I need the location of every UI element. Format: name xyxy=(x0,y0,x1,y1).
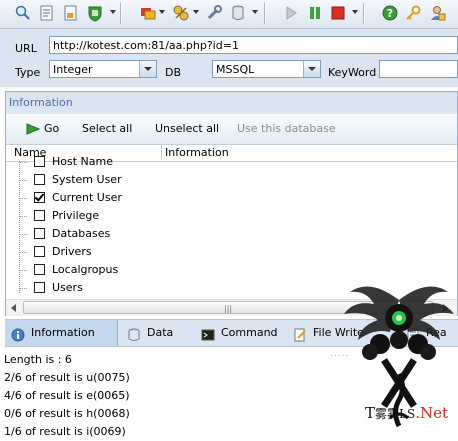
select-all-button[interactable]: Select all xyxy=(82,122,132,135)
main-toolbar: ? xyxy=(0,0,458,29)
chevron-down-icon[interactable] xyxy=(193,10,199,14)
log-line: 0/6 of result is h(0068) xyxy=(4,407,130,420)
panel-title: Information xyxy=(6,92,457,114)
database-icon[interactable] xyxy=(229,4,247,22)
tree-item[interactable]: Current User xyxy=(19,189,328,207)
tree-connector xyxy=(19,234,27,235)
tree-connector xyxy=(19,288,27,289)
tree-connector xyxy=(19,180,27,181)
tree-item[interactable]: Host Name xyxy=(19,153,328,171)
brand-mid: 雾雾LS xyxy=(375,407,416,421)
search-icon[interactable] xyxy=(14,4,32,22)
key-icon[interactable] xyxy=(404,4,422,22)
tree-connector xyxy=(19,270,27,271)
chevron-down-icon[interactable] xyxy=(303,61,320,77)
database-icon xyxy=(127,326,141,341)
tree-item[interactable]: Users xyxy=(19,279,328,297)
export-icon[interactable] xyxy=(62,4,80,22)
grip-icon: ||| xyxy=(224,304,233,313)
go-button[interactable]: Go xyxy=(44,122,59,135)
stop-icon[interactable] xyxy=(329,4,347,22)
log-line: 2/6 of result is u(0075) xyxy=(4,371,130,384)
keyword-label: KeyWord xyxy=(328,66,377,79)
tab-label: Data xyxy=(147,326,174,339)
tree-connector xyxy=(19,162,27,163)
tree-item-label: Users xyxy=(52,281,83,294)
log-line: 1/6 of result is i(0069) xyxy=(4,425,126,438)
tree-connector xyxy=(19,216,27,217)
use-database-button[interactable]: Use this database xyxy=(237,122,336,135)
tab-label: Information xyxy=(31,326,95,339)
toolbar-separator xyxy=(264,3,266,24)
tree-item-label: Localgropus xyxy=(52,263,119,276)
item-checkbox[interactable] xyxy=(34,246,45,257)
tree-item-label: Host Name xyxy=(52,155,113,168)
item-checkbox[interactable] xyxy=(34,228,45,239)
tree-item-label: System User xyxy=(52,173,122,186)
chevron-down-icon[interactable] xyxy=(352,10,358,14)
page-icon[interactable] xyxy=(38,4,56,22)
url-input[interactable]: http://kotest.com:81/aa.php?id=1 xyxy=(49,36,458,54)
tree-connector xyxy=(19,252,27,253)
chevron-down-icon[interactable] xyxy=(139,61,156,77)
user-icon[interactable] xyxy=(428,4,446,22)
help-icon[interactable]: ? xyxy=(381,4,399,22)
tree-item-label: Privilege xyxy=(52,209,100,222)
log-line: 4/6 of result is e(0065) xyxy=(4,389,130,402)
tree-item[interactable]: Databases xyxy=(19,225,328,243)
tree-item[interactable]: System User xyxy=(19,171,328,189)
tree-item[interactable]: Drivers xyxy=(19,243,328,261)
scroll-left-icon[interactable] xyxy=(11,304,16,312)
tab-information[interactable]: Information xyxy=(5,320,118,346)
wrench-icon[interactable] xyxy=(205,4,223,22)
play-icon[interactable] xyxy=(282,4,300,22)
puzzle-icon[interactable] xyxy=(172,4,190,22)
chevron-down-icon[interactable] xyxy=(110,10,116,14)
terminal-icon xyxy=(201,326,215,341)
log-line: Length is : 6 xyxy=(4,353,72,366)
db-label: DB xyxy=(165,66,182,79)
db-select[interactable]: MSSQL xyxy=(212,60,321,78)
item-checkbox[interactable] xyxy=(34,192,45,203)
file-write-icon xyxy=(293,326,307,342)
pause-icon[interactable] xyxy=(306,4,324,22)
type-select-value: Integer xyxy=(53,63,93,76)
type-label: Type xyxy=(15,66,41,79)
tree-item-label: Current User xyxy=(52,191,122,204)
tree-item[interactable]: Localgropus xyxy=(19,261,328,279)
brand-net: Net xyxy=(420,404,449,422)
info-icon xyxy=(11,326,25,342)
type-select[interactable]: Integer xyxy=(49,60,157,78)
tree-connector xyxy=(19,198,27,199)
tree-item[interactable]: Privilege xyxy=(19,207,328,225)
item-checkbox[interactable] xyxy=(34,210,45,221)
tab-data[interactable]: Data xyxy=(121,320,191,346)
output-log: Length is : 6 2/6 of result is u(0075) 4/6… xyxy=(4,351,334,441)
item-checkbox[interactable] xyxy=(34,282,45,293)
chevron-down-icon[interactable] xyxy=(159,10,165,14)
keyword-input[interactable] xyxy=(379,60,458,78)
brand-t: T xyxy=(365,404,376,422)
go-arrow-icon[interactable] xyxy=(26,123,41,138)
tree-item-label: Databases xyxy=(52,227,111,240)
unselect-all-button[interactable]: Unselect all xyxy=(155,122,219,135)
flag-icon[interactable] xyxy=(139,4,157,22)
tree-item-label: Drivers xyxy=(52,245,92,258)
db-select-value: MSSQL xyxy=(216,63,255,76)
toolbar-separator xyxy=(363,3,365,24)
tab-command[interactable]: Command xyxy=(195,320,283,346)
green-shield-icon[interactable] xyxy=(86,4,104,22)
chevron-down-icon[interactable] xyxy=(252,10,258,14)
svg-text:?: ? xyxy=(387,7,393,20)
url-label: URL xyxy=(15,42,37,55)
panel-toolbar: Go Select all Unselect all Use this data… xyxy=(6,114,457,145)
item-checkbox[interactable] xyxy=(34,264,45,275)
tab-label: Command xyxy=(221,326,278,339)
watermark-brand: T雾雾LS.Net xyxy=(365,404,448,422)
toolbar-separator xyxy=(120,3,122,24)
item-checkbox[interactable] xyxy=(34,156,45,167)
item-checkbox[interactable] xyxy=(34,174,45,185)
target-form: URL http://kotest.com:81/aa.php?id=1 Typ… xyxy=(0,29,458,87)
